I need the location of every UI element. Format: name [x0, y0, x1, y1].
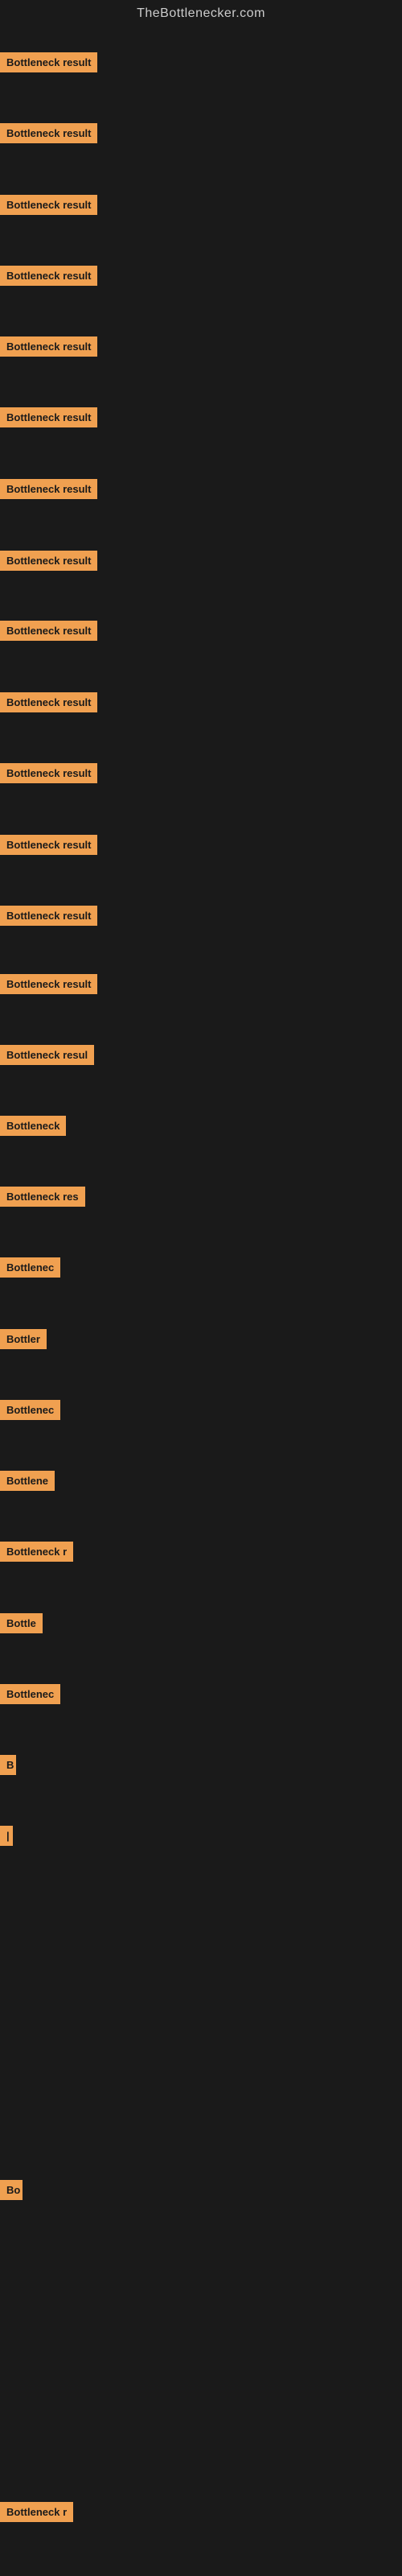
bottleneck-item[interactable]: Bottleneck result [0, 835, 97, 859]
bottleneck-label: Bottleneck r [0, 2502, 73, 2522]
bottleneck-label: Bottleneck result [0, 763, 97, 783]
bottleneck-label: Bottleneck result [0, 551, 97, 571]
bottleneck-label: Bottleneck [0, 1116, 66, 1136]
bottleneck-item[interactable]: Bottleneck result [0, 123, 97, 147]
site-title: TheBottlenecker.com [0, 0, 402, 31]
bottleneck-label: Bo [0, 2180, 23, 2200]
bottleneck-item[interactable]: Bottler [0, 1329, 47, 1353]
bottleneck-item[interactable]: Bottleneck result [0, 407, 97, 431]
bottleneck-item[interactable]: Bottleneck result [0, 692, 97, 716]
bottleneck-label: Bottleneck result [0, 692, 97, 712]
bottleneck-item[interactable]: Bottleneck result [0, 551, 97, 575]
bottleneck-label: Bottleneck result [0, 336, 97, 357]
bottleneck-label: Bottleneck result [0, 479, 97, 499]
bottleneck-item[interactable]: Bottleneck result [0, 52, 97, 76]
bottleneck-item[interactable]: Bottleneck r [0, 2502, 73, 2526]
bottleneck-label: Bottleneck res [0, 1187, 85, 1207]
bottleneck-item[interactable]: Bottlene [0, 1471, 55, 1495]
bottleneck-item[interactable]: Bottleneck res [0, 1187, 85, 1211]
bottleneck-item[interactable]: Bottleneck result [0, 974, 97, 998]
bottleneck-label: Bottler [0, 1329, 47, 1349]
bottleneck-item[interactable]: Bottleneck result [0, 621, 97, 645]
bottleneck-item[interactable]: Bottlenec [0, 1400, 60, 1424]
bottleneck-item[interactable]: Bo [0, 2180, 23, 2204]
bottleneck-label: Bottleneck result [0, 621, 97, 641]
bottleneck-item[interactable]: Bottleneck result [0, 479, 97, 503]
bottleneck-label: Bottleneck result [0, 195, 97, 215]
bottleneck-item[interactable]: Bottleneck result [0, 336, 97, 361]
bottleneck-item[interactable]: Bottleneck result [0, 906, 97, 930]
bottleneck-label: Bottleneck result [0, 407, 97, 427]
bottleneck-item[interactable]: Bottleneck result [0, 195, 97, 219]
bottleneck-item[interactable]: B [0, 1755, 16, 1779]
bottleneck-label: Bottleneck result [0, 906, 97, 926]
bottleneck-label: Bottleneck r [0, 1542, 73, 1562]
bottleneck-label: Bottlene [0, 1471, 55, 1491]
bottleneck-label: Bottleneck resul [0, 1045, 94, 1065]
bottleneck-label: Bottleneck result [0, 974, 97, 994]
bottleneck-label: Bottle [0, 1613, 43, 1633]
bottleneck-label: Bottlenec [0, 1400, 60, 1420]
bottleneck-label: Bottleneck result [0, 835, 97, 855]
bottleneck-label: Bottleneck result [0, 266, 97, 286]
bottleneck-item[interactable]: | [0, 1826, 13, 1850]
bottleneck-label: Bottleneck result [0, 123, 97, 143]
bottleneck-item[interactable]: Bottleneck r [0, 1542, 73, 1566]
bottleneck-item[interactable]: Bottlenec [0, 1684, 60, 1708]
bottleneck-label: | [0, 1826, 13, 1846]
bottleneck-item[interactable]: Bottle [0, 1613, 43, 1637]
bottleneck-label: Bottlenec [0, 1257, 60, 1278]
bottleneck-label: Bottleneck result [0, 52, 97, 72]
bottleneck-item[interactable]: Bottleneck resul [0, 1045, 94, 1069]
bottleneck-item[interactable]: Bottlenec [0, 1257, 60, 1282]
bottleneck-label: Bottlenec [0, 1684, 60, 1704]
bottleneck-item[interactable]: Bottleneck result [0, 266, 97, 290]
bottleneck-item[interactable]: Bottleneck result [0, 763, 97, 787]
bottleneck-item[interactable]: Bottleneck [0, 1116, 66, 1140]
bottleneck-label: B [0, 1755, 16, 1775]
